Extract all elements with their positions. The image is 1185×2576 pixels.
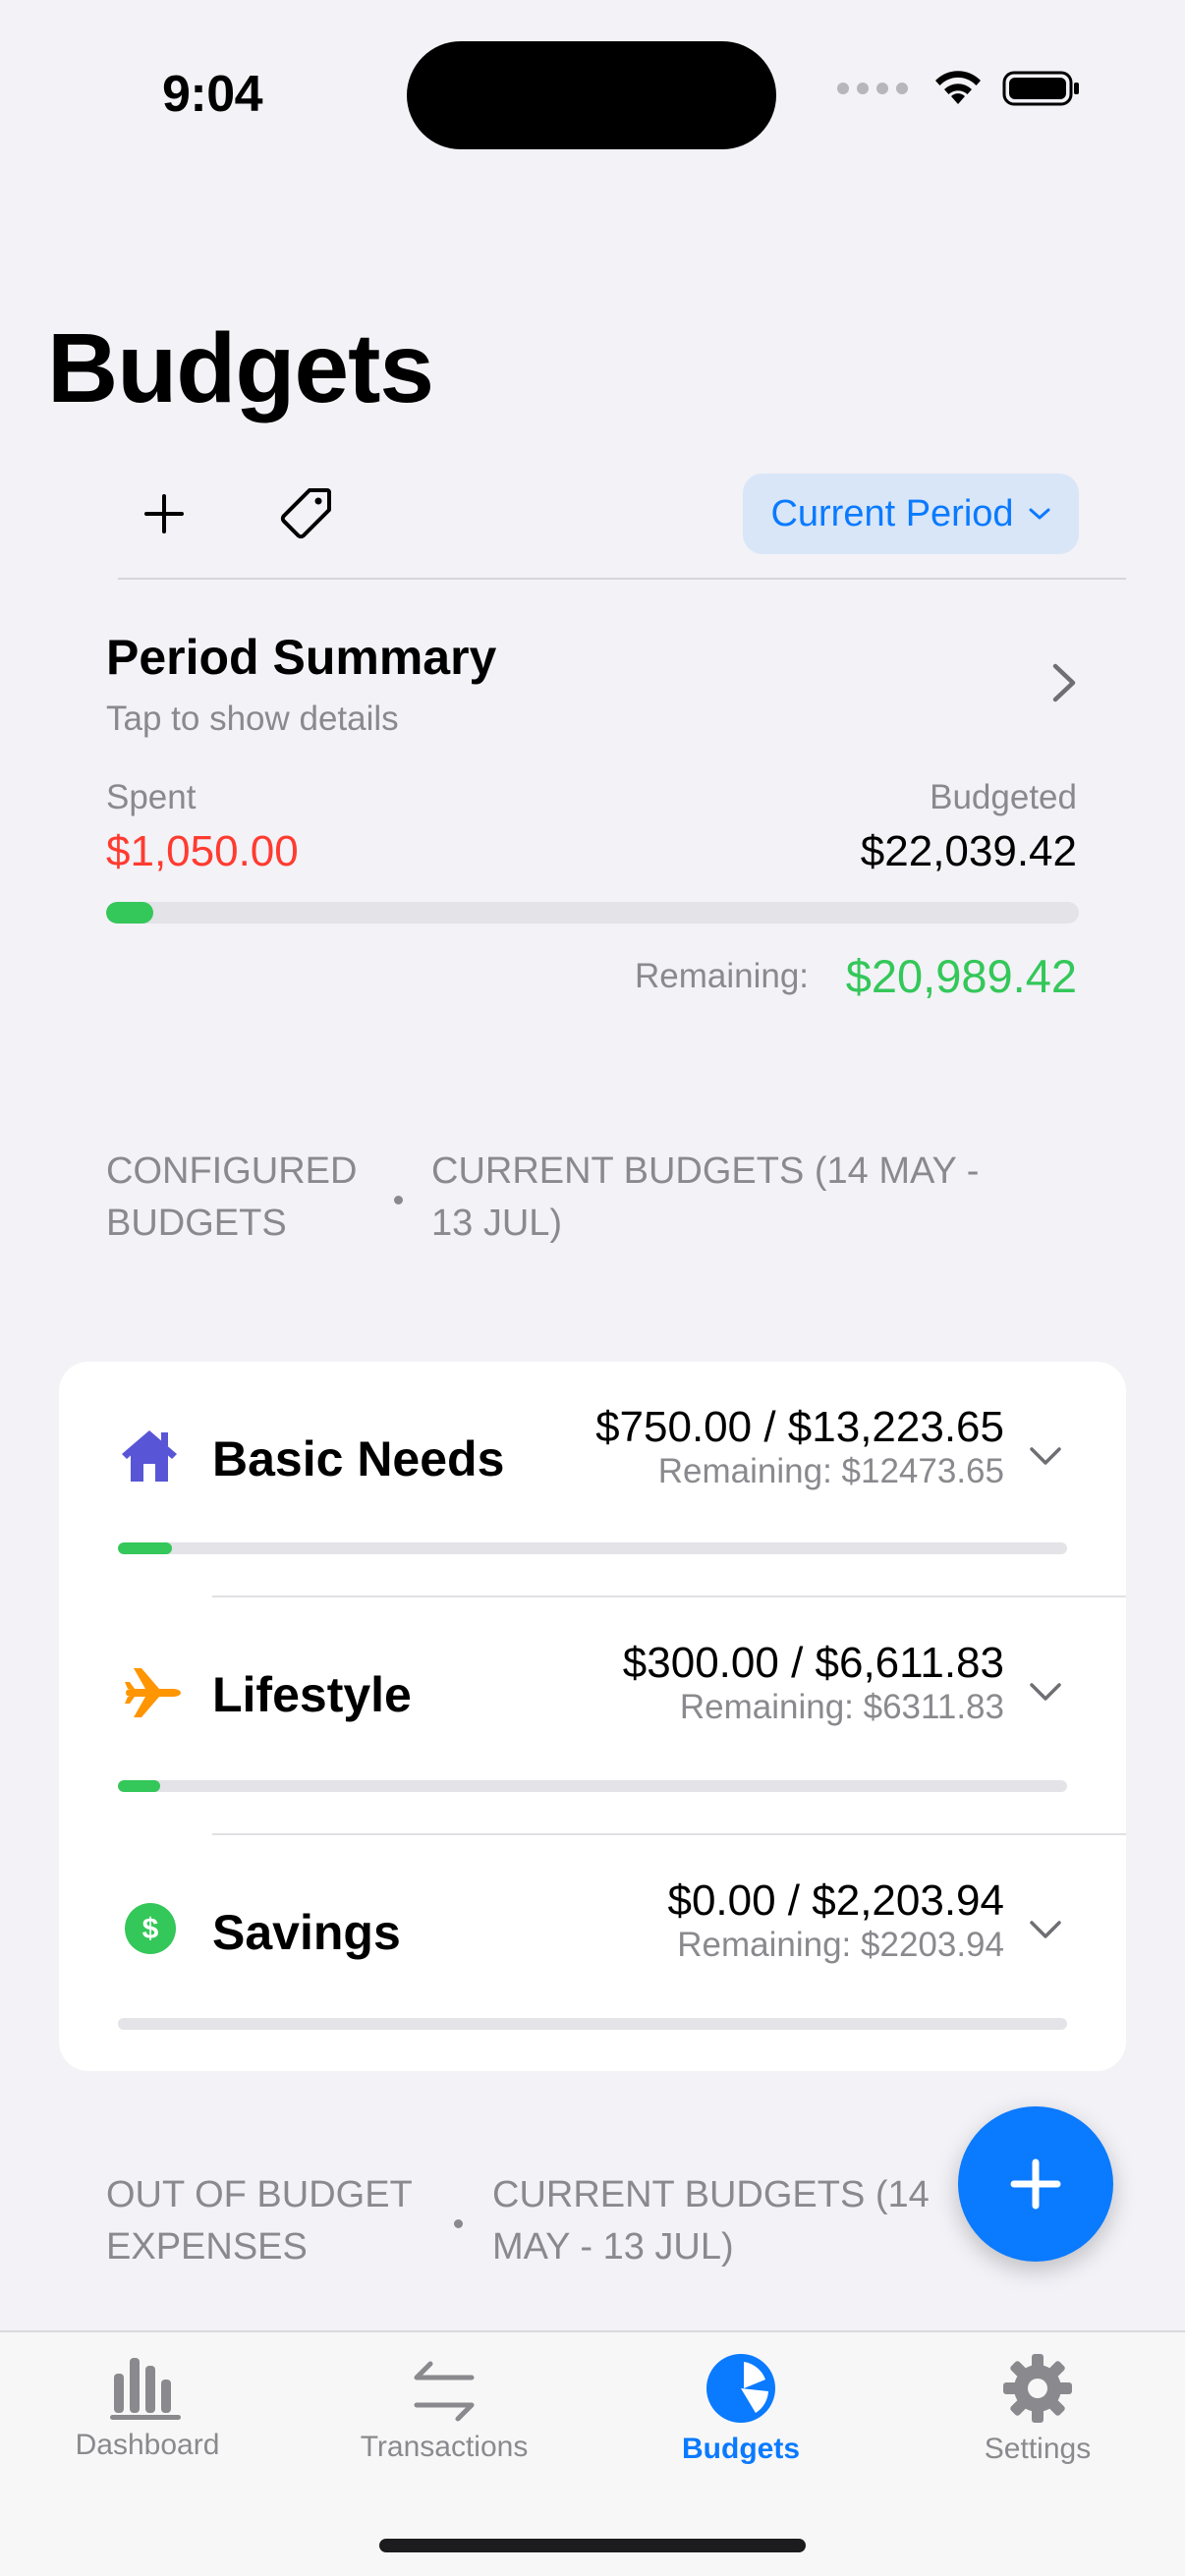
budget-name: Savings [212,1905,401,1960]
section-out-period: CURRENT BUDGETS (14 MAY - 13 JUL) [492,2174,930,2268]
tab-budgets[interactable]: Budgets [593,2352,888,2466]
budgeted-label: Budgeted [930,778,1077,816]
summary-title: Period Summary [106,630,497,685]
section-configured-label: CONFIGURED BUDGETS [106,1150,358,1244]
budget-progress-bar [118,1542,1067,1554]
home-indicator [379,2539,806,2552]
section-out-label: OUT OF BUDGET EXPENSES [106,2174,413,2268]
page-title: Budgets [47,313,434,423]
chevron-down-icon[interactable] [1028,1918,1063,1941]
summary-progress-fill [106,902,153,924]
section-separator-dot [454,2219,463,2228]
remaining-label: Remaining: [635,957,810,995]
budget-progress-bar [118,1780,1067,1792]
spent-label: Spent [106,778,197,816]
dollar-circle-icon: $ [125,1903,176,1954]
budget-amount: $750.00 / $13,223.65 [595,1403,1004,1451]
budget-progress-bar [118,2018,1067,2030]
section-separator-dot [394,1196,403,1204]
pie-chart-icon [706,2354,775,2423]
budget-name: Basic Needs [212,1431,505,1486]
status-icons [837,69,1081,108]
budget-row-lifestyle[interactable]: Lifestyle $300.00 / $6,611.83 Remaining:… [59,1597,1126,1833]
budget-amount: $0.00 / $2,203.94 [667,1876,1004,1925]
status-time: 9:04 [162,66,263,123]
add-budget-button[interactable] [120,470,208,558]
budget-row-basic-needs[interactable]: Basic Needs $750.00 / $13,223.65 Remaini… [59,1362,1126,1596]
plus-icon [144,494,184,533]
house-icon [122,1430,177,1482]
tags-button[interactable] [261,470,350,558]
airplane-icon [125,1668,181,1717]
budget-remaining: Remaining: $6311.83 [679,1688,1004,1726]
period-selector[interactable]: Current Period [743,474,1079,554]
battery-icon [1002,71,1079,106]
budget-remaining: Remaining: $12473.65 [657,1452,1004,1490]
plus-icon [1010,2158,1061,2210]
chevron-down-icon [1029,508,1050,520]
budget-amounts: $750.00 / $13,223.65 Remaining: $12473.6… [493,1403,1004,1491]
budget-remaining: Remaining: $2203.94 [677,1926,1004,1964]
spent-value: $1,050.00 [106,827,299,875]
tag-icon [280,488,331,539]
arrows-exchange-icon [414,2361,475,2422]
signal-dots-icon [837,83,908,94]
budget-progress-fill [118,1780,161,1792]
remaining-value: $20,989.42 [845,950,1077,1002]
tab-label: Transactions [360,2431,529,2463]
chevron-right-icon[interactable] [1049,660,1079,710]
period-selector-label: Current Period [770,492,1014,534]
bar-chart-icon [110,2358,181,2420]
tab-label: Dashboard [75,2429,220,2461]
chevron-down-icon[interactable] [1028,1444,1063,1468]
budgeted-value: $22,039.42 [860,827,1077,875]
tab-label: Settings [984,2433,1092,2465]
gear-icon [1003,2354,1072,2423]
budget-amounts: $0.00 / $2,203.94 Remaining: $2203.94 [493,1876,1004,1965]
tab-label: Budgets [682,2433,800,2465]
budget-row-savings[interactable]: $ Savings $0.00 / $2,203.94 Remaining: $… [59,1835,1126,2071]
section-configured-period: CURRENT BUDGETS (14 MAY - 13 JUL) [431,1150,980,1244]
budget-amounts: $300.00 / $6,611.83 Remaining: $6311.83 [493,1639,1004,1727]
summary-subtitle: Tap to show details [106,700,399,738]
chevron-down-icon[interactable] [1028,1680,1063,1704]
tab-dashboard[interactable]: Dashboard [0,2352,295,2462]
add-transaction-fab[interactable] [958,2106,1113,2262]
dynamic-island [407,41,776,149]
tab-transactions[interactable]: Transactions [297,2352,592,2464]
toolbar-divider [118,578,1126,580]
budgets-card: Basic Needs $750.00 / $13,223.65 Remaini… [59,1362,1126,2071]
wifi-icon [935,71,981,104]
budget-progress-fill [118,1542,173,1554]
budget-amount: $300.00 / $6,611.83 [622,1639,1004,1687]
budget-name: Lifestyle [212,1667,412,1722]
svg-text:$: $ [142,1913,159,1945]
summary-progress-bar [106,902,1079,924]
tab-settings[interactable]: Settings [890,2352,1185,2466]
